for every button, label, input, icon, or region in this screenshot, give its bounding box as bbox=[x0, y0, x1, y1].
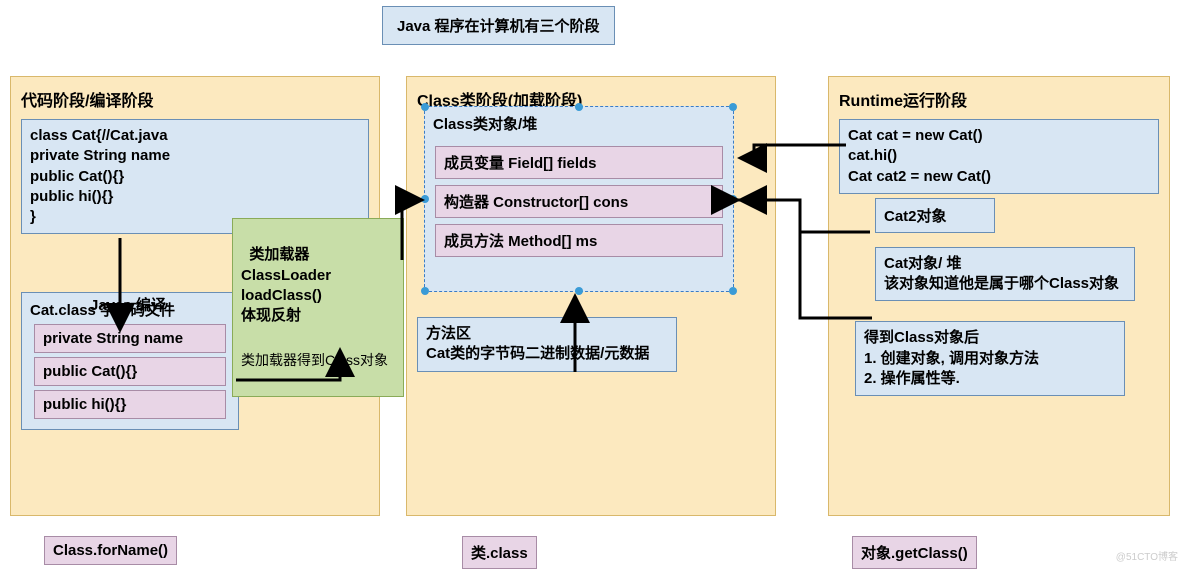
stage-runtime-title: Runtime运行阶段 bbox=[839, 87, 1159, 111]
bytecode-member-2: public hi(){} bbox=[34, 390, 226, 419]
bytecode-member-0: private String name bbox=[34, 324, 226, 353]
watermark: @51CTO博客 bbox=[1116, 548, 1178, 563]
selection-handle[interactable] bbox=[575, 103, 583, 111]
classloader-note: 类加载器得到Class对象 bbox=[241, 351, 395, 370]
class-heap-box[interactable]: Class类对象/堆 成员变量 Field[] fields 构造器 Const… bbox=[424, 106, 734, 292]
heap-constructors: 构造器 Constructor[] cons bbox=[435, 185, 723, 218]
heap-fields: 成员变量 Field[] fields bbox=[435, 146, 723, 179]
selection-handle[interactable] bbox=[421, 287, 429, 295]
heap-methods: 成员方法 Method[] ms bbox=[435, 224, 723, 257]
classloader-text: 类加载器 ClassLoader loadClass() 体现反射 bbox=[241, 246, 331, 324]
method-area-box: 方法区 Cat类的字节码二进制数据/元数据 bbox=[417, 317, 677, 372]
selection-handle[interactable] bbox=[729, 103, 737, 111]
selection-handle[interactable] bbox=[729, 287, 737, 295]
cat2-object-box: Cat2对象 bbox=[875, 198, 995, 233]
cat-object-box: Cat对象/ 堆 该对象知道他是属于哪个Class对象 bbox=[875, 247, 1135, 302]
footer-getclass: 对象.getClass() bbox=[852, 536, 977, 569]
selection-handle[interactable] bbox=[421, 103, 429, 111]
stage-runtime: Runtime运行阶段 Cat cat = new Cat() cat.hi()… bbox=[828, 76, 1170, 516]
selection-handle[interactable] bbox=[729, 195, 737, 203]
class-heap-title: Class类对象/堆 bbox=[425, 107, 733, 140]
footer-forname: Class.forName() bbox=[44, 536, 177, 565]
source-code-box: class Cat{//Cat.java private String name… bbox=[21, 119, 369, 234]
javac-compile-label: Javac 编译 bbox=[90, 294, 166, 315]
selection-handle[interactable] bbox=[575, 287, 583, 295]
selection-handle[interactable] bbox=[421, 195, 429, 203]
diagram-title: Java 程序在计算机有三个阶段 bbox=[382, 6, 615, 45]
after-class-box: 得到Class对象后 1. 创建对象, 调用对象方法 2. 操作属性等. bbox=[855, 321, 1125, 396]
stage-code-title: 代码阶段/编译阶段 bbox=[21, 87, 369, 111]
classloader-box: 类加载器 ClassLoader loadClass() 体现反射 类加载器得到… bbox=[232, 218, 404, 397]
bytecode-member-1: public Cat(){} bbox=[34, 357, 226, 386]
footer-class: 类.class bbox=[462, 536, 537, 569]
runtime-code-box: Cat cat = new Cat() cat.hi() Cat cat2 = … bbox=[839, 119, 1159, 194]
